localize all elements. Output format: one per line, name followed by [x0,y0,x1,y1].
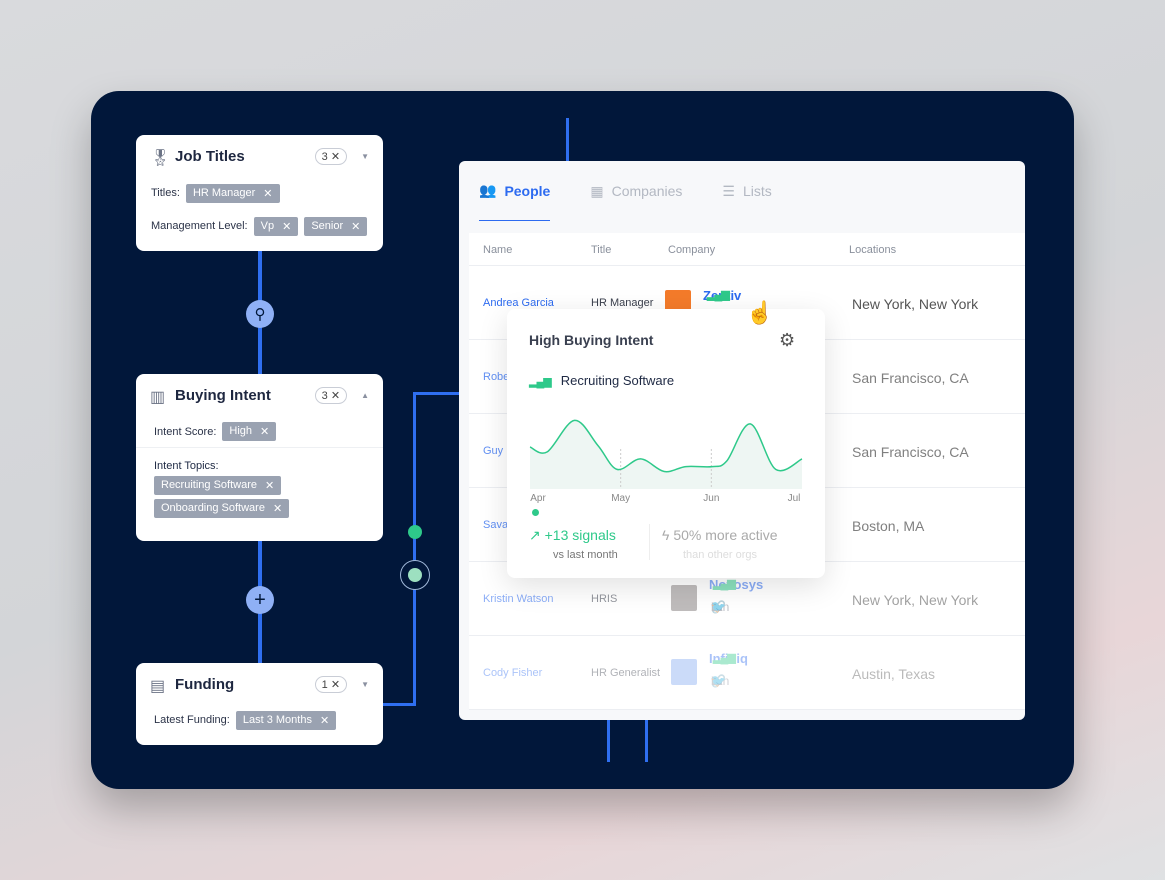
chip[interactable]: Vp ✕ [253,216,299,236]
count-badge[interactable]: 3 ✕ [314,147,348,165]
location: New York, New York [852,296,979,312]
add-node[interactable]: + [246,586,274,614]
search-icon: ⚲ [254,306,266,323]
money-icon: ▤ [150,678,166,695]
x-tick-label: Jun [703,493,719,504]
connector [645,720,648,762]
signal-icon: ▂▄▆ [707,289,730,301]
location: Austin, Texas [852,666,936,682]
chevron-down-icon[interactable]: ▼ [361,152,369,161]
people-icon: 👥 [479,182,497,198]
person-name[interactable]: Sava [483,519,508,531]
location: New York, New York [852,592,979,608]
connector [413,392,459,395]
connector [566,118,569,161]
person-name[interactable]: Cody Fisher [483,667,542,679]
tab-companies[interactable]: ▦ Companies [590,161,682,221]
list-icon: ☰ [722,182,735,199]
connector-node[interactable] [400,560,430,590]
twitter-icon: 🐦 [711,600,735,614]
filter-funding: ▤ Funding 1 ✕ ▼ Latest Funding: Last 3 Month… [136,663,383,745]
company-logo [671,659,697,685]
count-badge[interactable]: 3 ✕ [314,386,348,404]
status-dot [408,525,422,539]
connector [383,703,416,706]
search-node[interactable]: ⚲ [246,300,274,328]
intent-chart: Apr May Jun Jul [529,419,803,504]
lightning-icon: ϟ [662,527,670,543]
hand-cursor-icon: ☝ [746,300,774,325]
chart-icon: ▥ [150,389,166,406]
signal-icon: ▂▄▆ [713,578,736,590]
signal-icon: ▂▄▆ [529,376,552,388]
status-dot [532,509,539,516]
building-icon: ▦ [590,182,604,199]
person-title: HRIS [591,593,618,605]
chevron-down-icon[interactable]: ▼ [361,680,369,689]
x-tick-label: May [611,493,630,504]
twitter-icon: 🐦 [711,674,735,688]
signal-icon: ▂▄▆ [713,652,736,664]
person-title: HR Generalist [591,667,661,679]
tab-people[interactable]: 👥 People [479,161,551,221]
location: San Francisco, CA [852,444,969,460]
x-tick-label: Jul [788,493,801,504]
company-logo [671,585,697,611]
location: San Francisco, CA [852,370,969,386]
filter-job-titles: 🎖 Job Titles 3 ✕ ▼ Titles: HR Manager ✕ Manag… [136,135,383,251]
person-name[interactable]: Robe [483,371,509,383]
chip[interactable]: HR Manager ✕ [185,183,280,203]
count-badge[interactable]: 1 ✕ [314,675,348,693]
medal-icon: 🎖 [150,150,171,167]
person-name[interactable]: Andrea Garcia [483,297,554,309]
intent-popup: High Buying Intent ⚙ ▂▄▆ Recruiting Softw… [507,309,825,578]
chip[interactable]: Onboarding Software ✕ [154,499,290,518]
plus-icon: + [254,588,266,611]
table-row[interactable]: Cody Fisher HR Generalist Infiniq ▂▄▆ 🔗 ☁ in f 🐦… [469,636,1025,710]
chip[interactable]: High ✕ [222,422,277,441]
connector [607,720,610,762]
person-title: HR Manager [591,297,654,309]
x-tick-label: Apr [530,493,546,504]
gear-icon[interactable]: ⚙ [779,330,795,351]
chart-area [530,420,802,489]
trend-up-icon: ↗ [529,527,541,543]
person-name[interactable]: Guy [483,445,503,457]
connector [413,392,416,706]
chip[interactable]: Last 3 Months ✕ [235,710,337,730]
table-header: Name Title Company Locations [469,233,1025,266]
filter-buying-intent: ▥ Buying Intent 3 ✕ ▲ Intent Score: High ✕ In… [136,374,383,541]
chip[interactable]: Senior ✕ [304,216,368,236]
chip[interactable]: Recruiting Software ✕ [154,476,282,495]
person-name[interactable]: Kristin Watson [483,593,554,605]
tab-lists[interactable]: ☰ Lists [722,161,771,221]
location: Boston, MA [852,518,925,534]
chevron-up-icon[interactable]: ▲ [361,391,369,400]
